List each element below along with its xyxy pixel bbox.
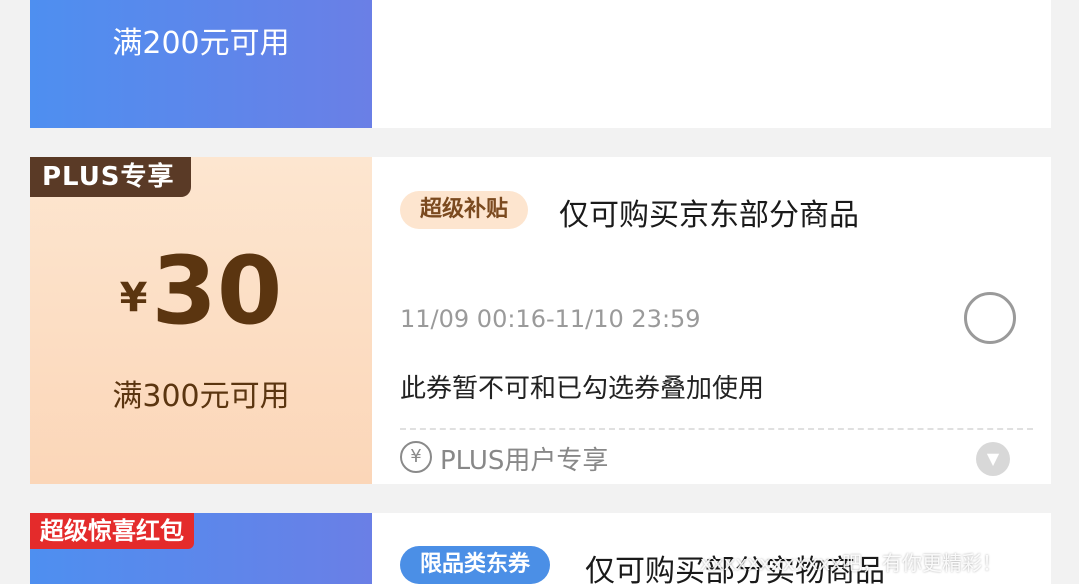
coupon-stub: 满200元可用: [30, 0, 372, 128]
subsidy-badge: 超级补贴: [400, 191, 529, 229]
category-coupon-badge: 限品类东券: [400, 546, 551, 584]
coupon-condition: 满200元可用: [112, 26, 290, 61]
chevron-down-icon[interactable]: ▼: [976, 442, 1010, 476]
validity-period: 11/09 00:16-11/10 23:59: [400, 305, 701, 333]
select-radio[interactable]: [964, 292, 1016, 344]
surprise-redpacket-tag: 超级惊喜红包: [30, 513, 194, 549]
coupon-condition: 满300元可用: [112, 379, 290, 414]
stacking-note: 此券暂不可和已勾选券叠加使用: [400, 374, 765, 404]
dashed-divider: [400, 428, 1033, 430]
plus-exclusive-tag: PLUS专享: [30, 157, 191, 197]
coupon-title: 仅可购买京东部分商品: [559, 198, 859, 233]
amount-value: 30: [151, 237, 283, 346]
currency-symbol: ¥: [119, 275, 148, 321]
coupon-card-top[interactable]: 满200元可用: [30, 0, 1051, 128]
coupon-stub: PLUS专享 ¥30 满300元可用: [30, 157, 372, 484]
plus-user-label: PLUS用户专享: [440, 446, 609, 476]
coupon-card-plus[interactable]: PLUS专享 ¥30 满300元可用 超级补贴 仅可购买京东部分商品 11/09…: [30, 157, 1051, 484]
coupon-amount: ¥30: [30, 245, 372, 339]
watermark: xxxxxxxxxxxx吧，有你更精彩！: [700, 551, 1003, 575]
coupon-stub: 超级惊喜红包: [30, 513, 372, 584]
yen-circle-icon: ¥: [400, 441, 432, 473]
